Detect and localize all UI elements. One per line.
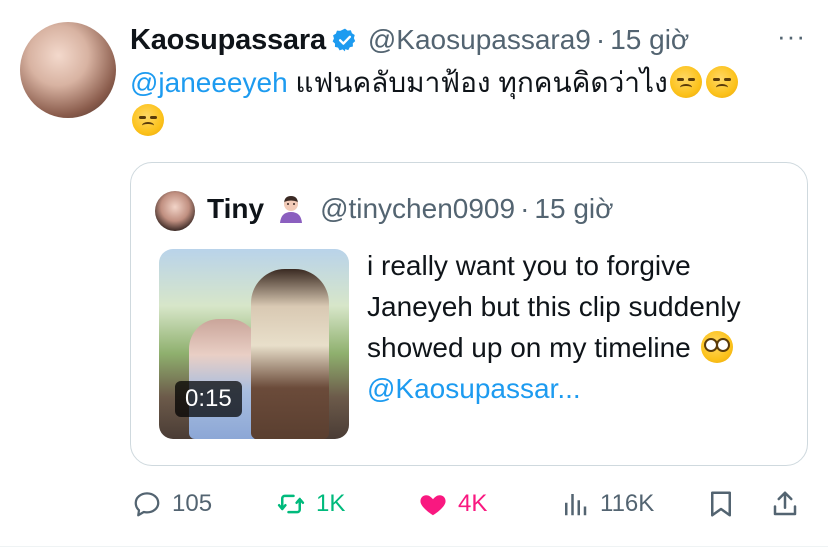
retweet-icon: [277, 494, 305, 514]
retweet-button[interactable]: 1K: [276, 482, 345, 526]
disappointed-emoji-icon: [132, 104, 164, 136]
quoted-author-name[interactable]: Tiny: [207, 193, 264, 225]
relieved-emoji-icon: [705, 66, 738, 98]
tweet-time[interactable]: 15 giờ: [610, 24, 689, 56]
tweet-body: แฟนคลับมาฟ้อง ทุกคนคิดว่าไง: [287, 67, 668, 98]
action-bar: 105 1K 4K 116K: [130, 482, 808, 526]
reply-icon: [134, 492, 160, 517]
bookmark-icon: [711, 491, 731, 517]
quoted-text: i really want you to forgive Janeyeh but…: [367, 245, 787, 409]
bookmark-button[interactable]: [706, 482, 736, 526]
author-name[interactable]: Kaosupassara: [130, 24, 326, 57]
quoted-mention-link[interactable]: @Kaosupassar...: [367, 373, 581, 404]
quoted-header: Tiny @tinychen0909 · 15 giờ: [207, 193, 613, 225]
quoted-body: i really want you to forgive Janeyeh but…: [367, 250, 741, 363]
more-icon[interactable]: ···: [777, 23, 806, 49]
quoted-separator-dot: ·: [520, 193, 530, 224]
author-handle[interactable]: @Kaosupassara9: [368, 24, 591, 56]
quoted-tweet[interactable]: Tiny @tinychen0909 · 15 giờ 0:15 i reall…: [130, 162, 808, 466]
reply-count: 105: [172, 490, 213, 517]
reply-button[interactable]: 105: [132, 482, 212, 526]
quoted-time[interactable]: 15 giờ: [534, 193, 613, 225]
verified-icon: [332, 27, 358, 53]
tweet-text: @janeeeyeh แฟนคลับมาฟ้อง ทุกคนคิดว่าไง: [130, 64, 810, 140]
separator-dot: ·: [595, 24, 606, 55]
views-button[interactable]: 116K: [560, 482, 654, 526]
share-icon: [773, 491, 797, 516]
views-count: 116K: [600, 490, 655, 517]
like-count: 4K: [458, 490, 488, 517]
views-icon: [565, 494, 587, 516]
divider: [0, 546, 828, 547]
author-avatar[interactable]: [20, 22, 116, 118]
mention-link[interactable]: @janeeeyeh: [130, 67, 288, 98]
retweet-count: 1K: [316, 490, 346, 517]
video-figure: [189, 319, 259, 439]
video-duration: 0:15: [175, 381, 242, 417]
tweet-header: Kaosupassara @Kaosupassara9 · 15 giờ: [130, 22, 808, 58]
quoted-avatar[interactable]: [155, 191, 195, 231]
flushed-emoji-icon: [700, 331, 733, 363]
unamused-emoji-icon: [669, 66, 702, 98]
quoted-author-handle[interactable]: @tinychen0909: [320, 193, 515, 225]
video-figure: [251, 269, 329, 439]
person-emoji-icon: [276, 194, 306, 224]
heart-icon: [420, 495, 446, 516]
share-button[interactable]: [770, 482, 800, 526]
video-thumbnail[interactable]: 0:15: [159, 249, 349, 439]
like-button[interactable]: 4K: [418, 482, 487, 526]
